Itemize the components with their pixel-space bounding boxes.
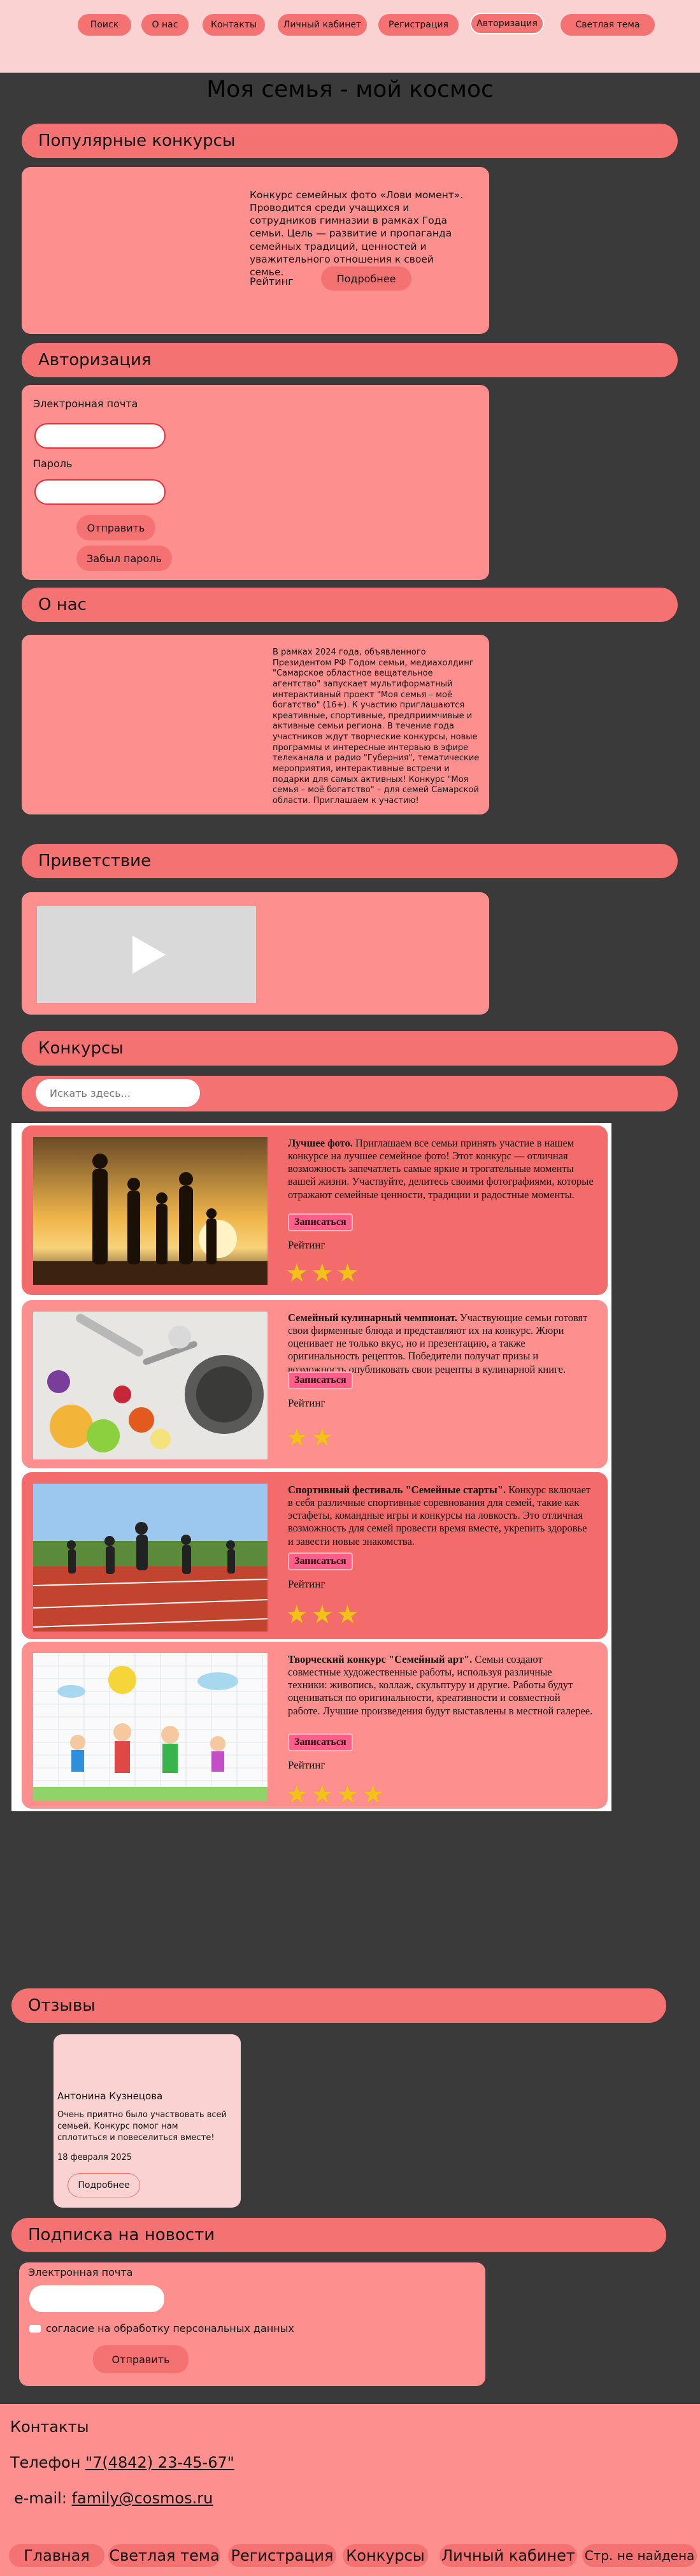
contest-description: Семейный кулинарный чемпионат. Участвующ… — [288, 1312, 594, 1376]
contest-rating-stars: ★★★ — [285, 1259, 362, 1288]
popular-rating-label: Рейтинг — [250, 275, 294, 287]
consent-checkbox[interactable] — [29, 2325, 41, 2333]
consent-label: согласие на обработку персональных данны… — [46, 2322, 294, 2334]
play-icon — [132, 936, 166, 974]
popular-panel: Конкурс семейных фото «Лови момент». Про… — [22, 167, 489, 334]
about-text: В рамках 2024 года, объявленного Президе… — [273, 648, 480, 806]
auth-email-input[interactable] — [34, 423, 166, 449]
footer-link-home[interactable]: Главная — [9, 2544, 104, 2567]
footer: Контакты Телефон "7(4842) 23-45-67" e-ma… — [0, 2404, 700, 2576]
review-author: Антонина Кузнецова — [57, 2090, 163, 2102]
contest-signup-button[interactable]: Записаться — [288, 1552, 353, 1570]
footer-email-label: e-mail: — [14, 2489, 72, 2507]
popular-heading: Популярные конкурсы — [22, 124, 678, 158]
family-drawing-photo — [33, 1653, 268, 1801]
contest-rating-label: Рейтинг — [288, 1578, 325, 1590]
contest-rating-stars: ★★★ — [285, 1600, 362, 1630]
footer-contacts-title: Контакты — [10, 2418, 89, 2436]
footer-phone-row: Телефон "7(4842) 23-45-67" — [10, 2454, 234, 2471]
auth-password-input[interactable] — [34, 479, 166, 505]
auth-heading: Авторизация — [22, 343, 678, 377]
review-card: Антонина Кузнецова Очень приятно было уч… — [54, 2034, 241, 2208]
popular-details-button[interactable]: Подробнее — [321, 266, 411, 291]
footer-email-link[interactable]: family@cosmos.ru — [72, 2489, 213, 2507]
contest-title: Спортивный фестиваль "Семейные старты". — [288, 1484, 506, 1496]
contest-rating-label: Рейтинг — [288, 1239, 325, 1251]
nav-login[interactable]: Авторизация — [470, 13, 544, 34]
family-sunset-photo — [33, 1137, 268, 1285]
subscribe-email-label: Электронная почта — [28, 2266, 133, 2278]
auth-email-label: Электронная почта — [33, 398, 138, 410]
reviews-heading: Отзывы — [11, 1988, 666, 2023]
nav-search[interactable]: Поиск — [78, 14, 131, 36]
footer-link-light-theme[interactable]: Светлая тема — [108, 2544, 220, 2567]
page-title: Моя семья - мой космос — [206, 76, 494, 103]
contest-description: Лучшее фото. Приглашаем все семьи принят… — [288, 1137, 594, 1201]
nav-account[interactable]: Личный кабинет — [278, 14, 367, 36]
subscribe-submit-button[interactable]: Отправить — [93, 2345, 189, 2373]
contests-search-input[interactable] — [34, 1078, 201, 1108]
nav-about[interactable]: О нас — [141, 14, 189, 36]
about-panel: В рамках 2024 года, объявленного Президе… — [22, 635, 489, 814]
contests-heading: Конкурсы — [22, 1031, 678, 1066]
about-heading: О нас — [22, 588, 678, 622]
footer-link-not-found[interactable]: Стр. не найдена — [582, 2544, 697, 2567]
contest-signup-button[interactable]: Записаться — [288, 1733, 353, 1751]
contest-description: Творческий конкурс "Семейный арт". Семьи… — [288, 1653, 594, 1718]
greeting-panel — [22, 892, 489, 1015]
contest-rating-label: Рейтинг — [288, 1397, 325, 1409]
contest-title: Семейный кулинарный чемпионат. — [288, 1312, 457, 1324]
contest-title: Лучшее фото. — [288, 1137, 353, 1149]
greeting-video[interactable] — [37, 906, 256, 1003]
contest-signup-button[interactable]: Записаться — [288, 1213, 353, 1231]
forgot-password-button[interactable]: Забыл пароль — [76, 546, 172, 571]
top-navigation: Поиск О нас Контакты Личный кабинет Реги… — [0, 0, 700, 73]
footer-link-account[interactable]: Личный кабинет — [439, 2544, 577, 2567]
footer-link-contests[interactable]: Конкурсы — [343, 2544, 428, 2567]
review-text: Очень приятно было участвовать всей семь… — [57, 2110, 227, 2143]
nav-register[interactable]: Регистрация — [378, 14, 459, 36]
subscribe-heading: Подписка на новости — [11, 2218, 666, 2252]
cooking-photo — [33, 1312, 268, 1459]
footer-link-register[interactable]: Регистрация — [228, 2544, 336, 2567]
footer-phone-label: Телефон — [10, 2454, 86, 2471]
nav-contacts[interactable]: Контакты — [203, 14, 265, 36]
sports-race-photo — [33, 1484, 268, 1632]
auth-panel: Электронная почта Пароль Отправить Забыл… — [22, 385, 489, 580]
contest-rating-label: Рейтинг — [288, 1759, 325, 1771]
footer-phone-link[interactable]: "7(4842) 23-45-67" — [85, 2454, 234, 2471]
popular-description: Конкурс семейных фото «Лови момент». Про… — [250, 189, 464, 278]
contest-card: Лучшее фото. Приглашаем все семьи принят… — [22, 1125, 608, 1295]
review-date: 18 февраля 2025 — [57, 2153, 132, 2162]
review-details-button[interactable]: Подробнее — [68, 2173, 140, 2197]
auth-submit-button[interactable]: Отправить — [76, 515, 155, 540]
contest-title: Творческий конкурс "Семейный арт". — [288, 1653, 473, 1665]
contest-card: Семейный кулинарный чемпионат. Участвующ… — [22, 1300, 608, 1468]
contest-description: Спортивный фестиваль "Семейные старты". … — [288, 1484, 594, 1548]
footer-email-row: e-mail: family@cosmos.ru — [14, 2489, 213, 2507]
contest-signup-button[interactable]: Записаться — [288, 1371, 353, 1389]
contest-rating-stars: ★★ — [285, 1423, 336, 1452]
contests-search-bar — [22, 1076, 678, 1111]
auth-password-label: Пароль — [33, 458, 73, 470]
contest-rating-stars: ★★★★ — [285, 1780, 387, 1809]
contests-list: Лучшее фото. Приглашаем все семьи принят… — [11, 1123, 611, 1811]
subscribe-panel: Электронная почта согласие на обработку … — [19, 2262, 485, 2386]
subscribe-email-input[interactable] — [29, 2285, 164, 2312]
contest-card: Творческий конкурс "Семейный арт". Семьи… — [22, 1642, 608, 1809]
nav-light-theme[interactable]: Светлая тема — [561, 14, 655, 36]
contest-card: Спортивный фестиваль "Семейные старты". … — [22, 1472, 608, 1639]
greeting-heading: Приветствие — [22, 844, 678, 878]
